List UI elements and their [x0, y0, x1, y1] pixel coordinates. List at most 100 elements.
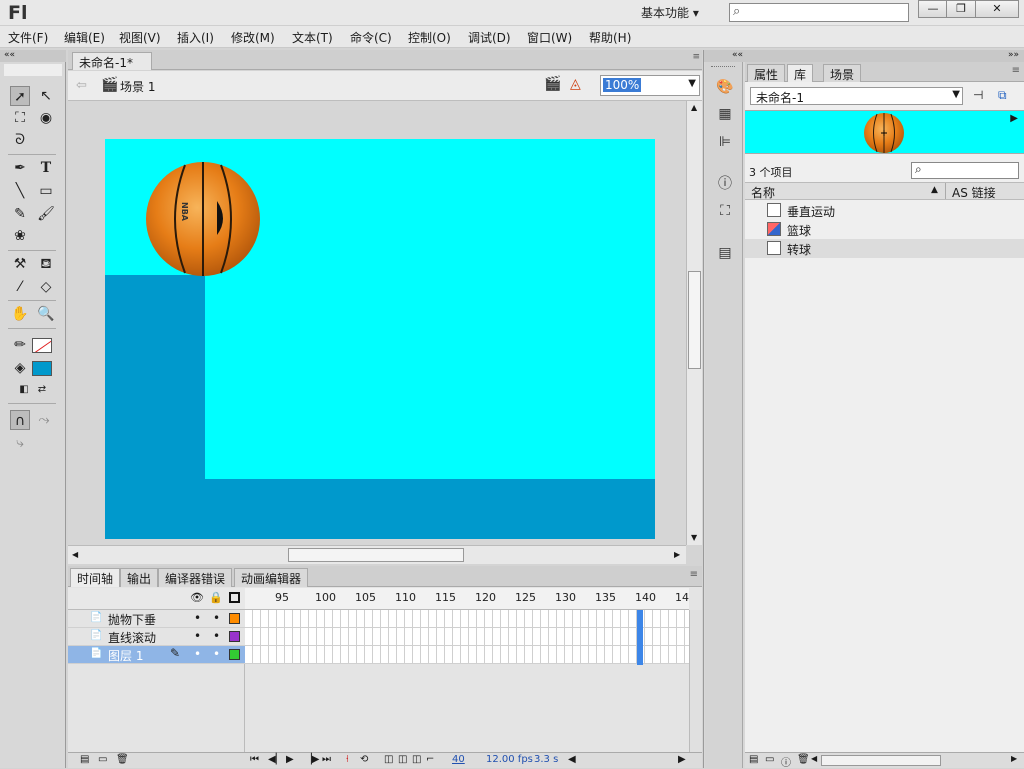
scroll-left-icon[interactable]: ◀ [811, 754, 817, 763]
components-panel-icon[interactable]: ▤ [712, 242, 738, 264]
new-library-panel-icon[interactable]: ⧉ [998, 88, 1007, 103]
playhead[interactable] [637, 610, 643, 665]
fill-color-icon[interactable]: ◈ [10, 358, 30, 378]
library-item-selected[interactable]: 转球 [745, 239, 1024, 258]
layer-outline-color[interactable] [229, 613, 240, 624]
panel-menu-icon[interactable]: ≡ [692, 52, 700, 62]
workspace-switcher[interactable]: 基本功能 ▾ [641, 4, 699, 21]
pin-library-icon[interactable]: ⊣ [973, 88, 983, 102]
menu-insert[interactable]: 插入(I) [177, 29, 214, 46]
lock-dot[interactable]: • [213, 647, 220, 661]
stroke-color-icon[interactable]: ✏ [10, 335, 30, 355]
play-icon[interactable]: ▶ [286, 754, 294, 765]
outline-all-icon[interactable] [229, 592, 240, 603]
info-panel-icon[interactable]: ⓘ [712, 173, 738, 195]
eyedropper-tool-icon[interactable]: ⁄ [10, 277, 30, 297]
zoom-select[interactable]: 100% ▼ [600, 75, 700, 96]
stage-vertical-scrollbar[interactable]: ▲ ▼ [686, 101, 702, 545]
brush-tool-icon[interactable]: 🖌 [36, 204, 56, 224]
lock-all-icon[interactable]: 🔒 [209, 591, 223, 604]
layer-frames[interactable] [245, 628, 689, 646]
pen-tool-icon[interactable]: ✒ [10, 158, 30, 178]
menu-window[interactable]: 窗口(W) [527, 29, 572, 46]
visibility-dot[interactable]: • [194, 647, 201, 661]
tab-compiler-errors[interactable]: 编译器错误 [158, 568, 233, 587]
lasso-tool-icon[interactable]: ᘐ [10, 130, 30, 150]
delete-icon[interactable]: 🗑 [797, 754, 810, 765]
paint-bucket-tool-icon[interactable]: ⛾ [36, 254, 56, 274]
tools-collapse-icon[interactable]: «« [0, 50, 66, 62]
back-arrow-icon[interactable]: ⇦ [76, 78, 87, 93]
stroke-color-swatch[interactable] [32, 338, 52, 353]
menu-control[interactable]: 控制(O) [408, 29, 451, 46]
menu-view[interactable]: 视图(V) [119, 29, 161, 46]
smooth-icon[interactable]: ⤳ [34, 410, 54, 430]
fill-color-swatch[interactable] [32, 361, 52, 376]
menu-help[interactable]: 帮助(H) [589, 29, 631, 46]
library-item[interactable]: 篮球 [745, 220, 1024, 239]
show-hide-all-icon[interactable]: 👁 [190, 591, 204, 604]
close-button[interactable]: ✕ [975, 0, 1019, 18]
center-frame-icon[interactable]: ⍿ [346, 754, 349, 765]
free-transform-tool-icon[interactable]: ⛶ [10, 108, 30, 128]
step-forward-icon[interactable]: ▕▶ [304, 754, 319, 765]
horizontal-scroll-thumb[interactable] [288, 548, 464, 562]
scroll-right-icon[interactable]: ▶ [1011, 754, 1017, 763]
bone-tool-icon[interactable]: ⚒ [10, 254, 30, 274]
edit-scene-icon[interactable]: 🎬 [544, 76, 561, 92]
scroll-right-icon[interactable]: ▶ [674, 550, 680, 559]
sort-arrow-icon[interactable]: ▲ [931, 185, 938, 195]
panel-collapse-icon[interactable]: «« »» [704, 50, 1024, 62]
loop-icon[interactable]: ⟲ [360, 754, 368, 765]
straighten-icon[interactable]: ⤷ [10, 433, 30, 453]
layer-name[interactable]: 图层 1 [108, 647, 143, 664]
layer-name[interactable]: 抛物下垂 [108, 611, 156, 628]
frame-rate[interactable]: 12.00 fps [486, 754, 533, 765]
pencil-tool-icon[interactable]: ✎ [10, 204, 30, 224]
modify-onion-markers-icon[interactable]: ⌐ [426, 754, 434, 765]
column-linkage[interactable]: AS 链接 [952, 184, 996, 201]
scroll-right-icon[interactable]: ▶ [678, 754, 686, 765]
library-document-select[interactable]: 未命名-1 ▼ [750, 87, 963, 105]
tab-scene[interactable]: 场景 [823, 64, 862, 82]
layer-frames[interactable] [245, 610, 689, 628]
library-horizontal-scroll-thumb[interactable] [821, 755, 941, 766]
tab-output[interactable]: 输出 [120, 568, 159, 587]
zoom-tool-icon[interactable]: 🔍 [36, 304, 56, 324]
layer-row-selected[interactable]: 📄 图层 1 ✎ • • [68, 646, 245, 664]
layer-outline-color[interactable] [229, 631, 240, 642]
align-panel-icon[interactable]: ⊫ [712, 131, 738, 153]
delete-layer-icon[interactable]: 🗑 [116, 754, 129, 765]
stage-horizontal-scrollbar[interactable]: ◀ ▶ [68, 545, 686, 564]
library-item[interactable]: 垂直运动 [745, 201, 1024, 220]
eraser-tool-icon[interactable]: ◇ [36, 277, 56, 297]
layer-name[interactable]: 直线滚动 [108, 629, 156, 646]
menu-edit[interactable]: 编辑(E) [64, 29, 105, 46]
tab-library[interactable]: 库 [787, 64, 814, 82]
transform-panel-icon[interactable]: ⛶ [712, 200, 738, 222]
stage[interactable]: NBA [105, 139, 655, 539]
current-frame[interactable]: 40 [452, 754, 465, 765]
tab-timeline[interactable]: 时间轴 [70, 568, 121, 587]
edit-symbols-icon[interactable]: ◬ [570, 76, 581, 92]
basketball[interactable]: NBA [145, 161, 261, 277]
vertical-scroll-thumb[interactable] [688, 271, 701, 369]
visibility-dot[interactable]: • [194, 629, 201, 643]
new-symbol-icon[interactable]: ▤ [749, 754, 758, 765]
menu-file[interactable]: 文件(F) [8, 29, 48, 46]
lock-dot[interactable]: • [213, 629, 220, 643]
text-tool-icon[interactable]: T [36, 158, 56, 178]
properties-icon[interactable]: ⓘ [781, 754, 791, 769]
3d-rotation-tool-icon[interactable]: ◉ [36, 108, 56, 128]
panel-menu-icon[interactable]: ≡ [690, 569, 698, 580]
swatches-panel-icon[interactable]: ▦ [712, 103, 738, 125]
onion-skin-outlines-icon[interactable]: ◫ [398, 754, 407, 765]
line-tool-icon[interactable]: ╲ [10, 181, 30, 201]
minimize-button[interactable]: — [918, 0, 948, 18]
library-search-input[interactable]: ⌕ [911, 162, 1019, 179]
layer-outline-color[interactable] [229, 649, 240, 660]
hand-tool-icon[interactable]: ✋ [10, 304, 30, 324]
scroll-down-icon[interactable]: ▼ [691, 533, 697, 542]
scene-breadcrumb[interactable]: 场景 1 [120, 78, 155, 95]
step-back-icon[interactable]: ◀▏ [268, 754, 283, 765]
